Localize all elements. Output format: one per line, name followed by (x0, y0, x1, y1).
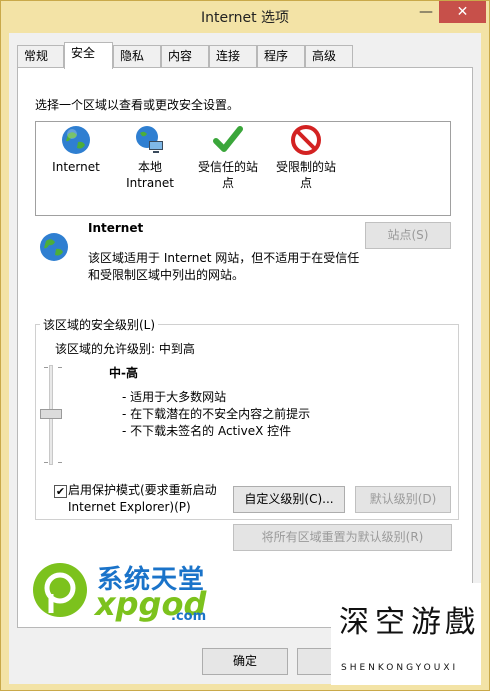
protected-mode-checkbox[interactable]: ✔ (54, 485, 67, 498)
slider-tick (58, 367, 62, 368)
tab-general[interactable]: 常规 (17, 45, 64, 68)
security-panel: 选择一个区域以查看或更改安全设置。 Internet 本地 Intranet 受… (17, 67, 473, 628)
slider-tick (44, 462, 48, 463)
level-point: - 在下载潜在的不安全内容之前提示 (122, 407, 311, 421)
zone-restricted-sites[interactable]: 受限制的站 点 (266, 124, 346, 191)
shenkong-char: 深 (339, 605, 369, 640)
ok-button[interactable]: 确定 (202, 648, 288, 675)
zone-label: 本地 Intranet (126, 160, 174, 190)
default-level-button[interactable]: 默认级别(D) (355, 486, 451, 513)
tab-content[interactable]: 内容 (161, 45, 209, 68)
trusted-check-icon (213, 126, 243, 152)
level-point: - 不下载未签名的 ActiveX 控件 (122, 424, 292, 438)
xpgod-logo-icon (33, 563, 87, 617)
current-level-name: 中-高 (109, 366, 138, 380)
selected-zone-title: Internet (88, 221, 144, 235)
title-bar[interactable]: Internet 选项 — ✕ (1, 1, 489, 33)
security-level-group-label: 该区域的安全级别(L) (40, 316, 159, 333)
intranet-icon (136, 126, 163, 153)
zone-prompt: 选择一个区域以查看或更改安全设置。 (35, 98, 240, 112)
restricted-icon (291, 125, 321, 155)
security-level-slider-thumb[interactable] (40, 409, 62, 419)
tab-advanced[interactable]: 高级 (305, 45, 353, 68)
slider-tick (44, 367, 48, 368)
allowed-levels-text: 该区域的允许级别: 中到高 (55, 342, 195, 356)
shenkong-char: 游 (411, 605, 441, 640)
protected-mode-label[interactable]: 启用保护模式(要求重新启动 Internet Explorer)(P) (68, 482, 217, 516)
xpgod-watermark: 系统天堂 xpgod .com (31, 559, 231, 629)
zone-label: 受限制的站 点 (275, 160, 336, 190)
tab-security[interactable]: 安全 (64, 42, 113, 69)
shenkong-watermark: 深 空 游 戲 SHENKONGYOUXI (331, 583, 481, 685)
zone-internet[interactable]: Internet (36, 124, 116, 175)
zone-label: Internet (52, 160, 100, 174)
zone-label: 受信任的站 点 (197, 160, 258, 190)
reset-all-zones-button[interactable]: 将所有区域重置为默认级别(R) (233, 524, 452, 551)
zone-local-intranet[interactable]: 本地 Intranet (110, 124, 190, 191)
level-point: - 适用于大多数网站 (122, 390, 227, 404)
zone-list[interactable]: Internet 本地 Intranet 受信任的站 点 受限制的站 点 (35, 121, 451, 216)
globe-icon (40, 233, 68, 261)
tab-programs[interactable]: 程序 (257, 45, 305, 68)
shenkong-char: 空 (375, 605, 405, 640)
xpgod-domain-text: .com (171, 609, 207, 624)
tab-connections[interactable]: 连接 (209, 45, 257, 68)
sites-button[interactable]: 站点(S) (365, 222, 451, 249)
internet-options-window: Internet 选项 — ✕ 常规 安全 隐私 内容 连接 程序 高级 选择一… (0, 0, 490, 691)
minimize-button[interactable]: — (413, 1, 439, 23)
close-button[interactable]: ✕ (439, 1, 486, 23)
custom-level-button[interactable]: 自定义级别(C)... (233, 486, 345, 513)
selected-zone-description: 该区域适用于 Internet 网站，但不适用于在受信任 和受限制区域中列出的网… (88, 251, 360, 282)
slider-tick (58, 462, 62, 463)
zone-trusted-sites[interactable]: 受信任的站 点 (188, 124, 268, 191)
shenkong-char: 戲 (445, 605, 475, 640)
shenkong-pinyin: SHENKONGYOUXI (341, 663, 459, 673)
globe-icon (62, 126, 90, 154)
tab-privacy[interactable]: 隐私 (113, 45, 161, 68)
